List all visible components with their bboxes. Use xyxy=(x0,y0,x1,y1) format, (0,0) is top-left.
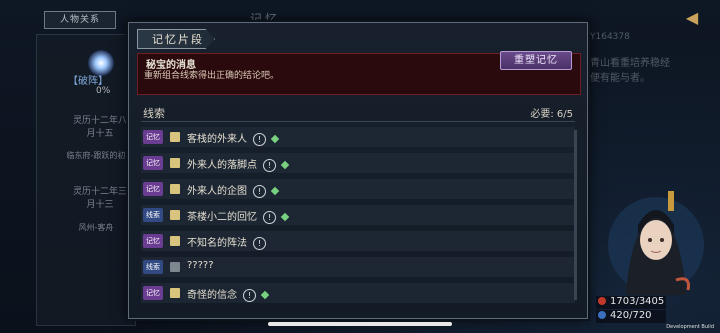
clue-name-row: 奇怪的信念! xyxy=(187,286,270,302)
hp-value: 1703/3405 xyxy=(610,296,665,307)
mp-display: 420/720 xyxy=(596,310,666,323)
clue-name-row: 茶楼小二的回忆! xyxy=(187,208,290,224)
clue-name-row: 外来人的落脚点! xyxy=(187,156,290,172)
background-id: Y164378 xyxy=(590,32,630,42)
clue-item[interactable]: 线索 茶楼小二的回忆! xyxy=(141,205,575,225)
build-label: Development Build xyxy=(666,324,714,330)
book-icon xyxy=(170,184,180,194)
clue-type-badge: 记忆 xyxy=(143,156,163,170)
clue-item[interactable]: 记忆 外来人的企图! xyxy=(141,179,575,199)
clue-name-row: 不知名的阵法! xyxy=(187,234,266,250)
book-icon xyxy=(170,132,180,142)
clue-type-badge: 记忆 xyxy=(143,234,163,248)
clue-type-badge: 记忆 xyxy=(143,182,163,196)
clue-item[interactable]: 记忆 不知名的阵法! xyxy=(141,231,575,251)
clue-item[interactable]: 线索 ????? xyxy=(141,257,575,277)
info-icon[interactable]: ! xyxy=(243,288,256,302)
hp-display: 1703/3405 xyxy=(596,296,666,309)
diamond-icon xyxy=(280,160,290,170)
puzzle-text: 重新组合线索得出正确的结论吧。 xyxy=(144,71,280,81)
clue-name: 外来人的落脚点 xyxy=(187,160,257,171)
timeline-percent: 0% xyxy=(96,86,111,96)
tab-relationships[interactable]: 人物关系 xyxy=(44,11,116,29)
clue-item[interactable]: 记忆 奇怪的信念! xyxy=(141,283,575,303)
timeline-date[interactable]: 灵历十二年三月十三 xyxy=(70,186,130,212)
clue-name: 茶楼小二的回忆 xyxy=(187,212,257,223)
diamond-icon xyxy=(280,212,290,222)
home-indicator[interactable] xyxy=(268,322,452,326)
info-icon[interactable]: ! xyxy=(253,184,266,198)
diamond-icon xyxy=(270,134,280,144)
dialog-title: 记忆片段 xyxy=(137,29,215,49)
timeline-date[interactable]: 灵历十二年八月十五 xyxy=(70,115,130,141)
clue-name: 客栈的外来人 xyxy=(187,134,247,145)
close-icon[interactable]: ◀ xyxy=(676,8,708,28)
info-icon[interactable]: ! xyxy=(263,158,276,172)
diamond-icon xyxy=(260,290,270,300)
timeline-location: 临东府-跟跃的初 xyxy=(66,151,126,160)
divider xyxy=(141,121,575,122)
clue-name: 奇怪的信念 xyxy=(187,290,237,301)
clues-header: 线索 xyxy=(143,107,165,120)
character-portrait xyxy=(608,191,704,295)
clue-type-badge: 记忆 xyxy=(143,130,163,144)
clue-name: 不知名的阵法 xyxy=(187,238,247,249)
book-icon xyxy=(170,158,180,168)
book-icon xyxy=(170,210,180,220)
info-icon[interactable]: ! xyxy=(253,132,266,146)
mp-icon xyxy=(598,311,606,319)
clue-item[interactable]: 记忆 外来人的落脚点! xyxy=(141,153,575,173)
info-icon[interactable]: ! xyxy=(253,236,266,250)
book-icon xyxy=(170,262,180,272)
scrollbar[interactable] xyxy=(574,130,577,300)
clue-name-row: 外来人的企图! xyxy=(187,182,280,198)
memory-fragment-dialog: 记忆片段 秘宝的消息 重新组合线索得出正确的结论吧。 重塑记忆 线索 必要: 6… xyxy=(128,22,588,319)
book-icon xyxy=(170,288,180,298)
required-count: 必要: 6/5 xyxy=(530,109,573,120)
info-icon[interactable]: ! xyxy=(263,210,276,224)
clue-type-badge: 记忆 xyxy=(143,286,163,300)
hp-icon xyxy=(598,297,606,305)
clue-name: 外来人的企图 xyxy=(187,186,247,197)
book-icon xyxy=(170,236,180,246)
clue-name-row: ????? xyxy=(187,260,214,271)
clue-type-badge: 线索 xyxy=(143,260,163,274)
background-description: 青山看重培养稳经便有能与者。 xyxy=(590,58,670,84)
clue-name-row: 客栈的外来人! xyxy=(187,130,280,146)
clue-name: ????? xyxy=(187,260,214,271)
reset-memory-button[interactable]: 重塑记忆 xyxy=(500,51,572,70)
timeline-location: 风州-客舟 xyxy=(78,223,114,232)
mp-value: 420/720 xyxy=(610,310,652,321)
diamond-icon xyxy=(270,186,280,196)
puzzle-box: 秘宝的消息 重新组合线索得出正确的结论吧。 重塑记忆 xyxy=(137,51,581,95)
clue-item[interactable]: 记忆 客栈的外来人! xyxy=(141,127,575,147)
clue-type-badge: 线索 xyxy=(143,208,163,222)
timeline-tag: 【破阵】 xyxy=(68,76,108,87)
puzzle-title: 秘宝的消息 xyxy=(146,60,196,71)
